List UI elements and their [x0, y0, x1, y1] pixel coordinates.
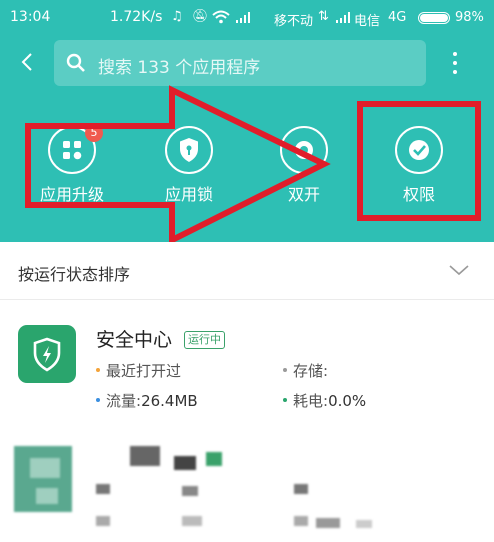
last-opened-stat: 最近打开过	[96, 360, 181, 381]
power-label: 耗电:	[293, 392, 329, 410]
storage-label: 存储:	[293, 362, 329, 380]
chevron-down-icon	[448, 262, 470, 276]
running-status-badge: 运行中	[184, 331, 225, 349]
security-center-app-icon[interactable]	[18, 325, 76, 383]
traffic-value: 26.4MB	[141, 392, 198, 410]
storage-stat: 存储:	[283, 360, 328, 381]
annotation-highlight-box	[357, 101, 481, 221]
power-stat: 耗电:0.0%	[283, 390, 366, 411]
app-name[interactable]: 安全中心	[96, 325, 172, 352]
power-value: 0.0%	[328, 392, 367, 410]
sort-label: 按运行状态排序	[18, 265, 131, 284]
sort-selector[interactable]: 按运行状态排序	[0, 242, 494, 300]
traffic-stat: 流量:26.4MB	[96, 390, 198, 411]
last-opened-text: 最近打开过	[106, 362, 182, 380]
traffic-label: 流量:	[106, 392, 142, 410]
